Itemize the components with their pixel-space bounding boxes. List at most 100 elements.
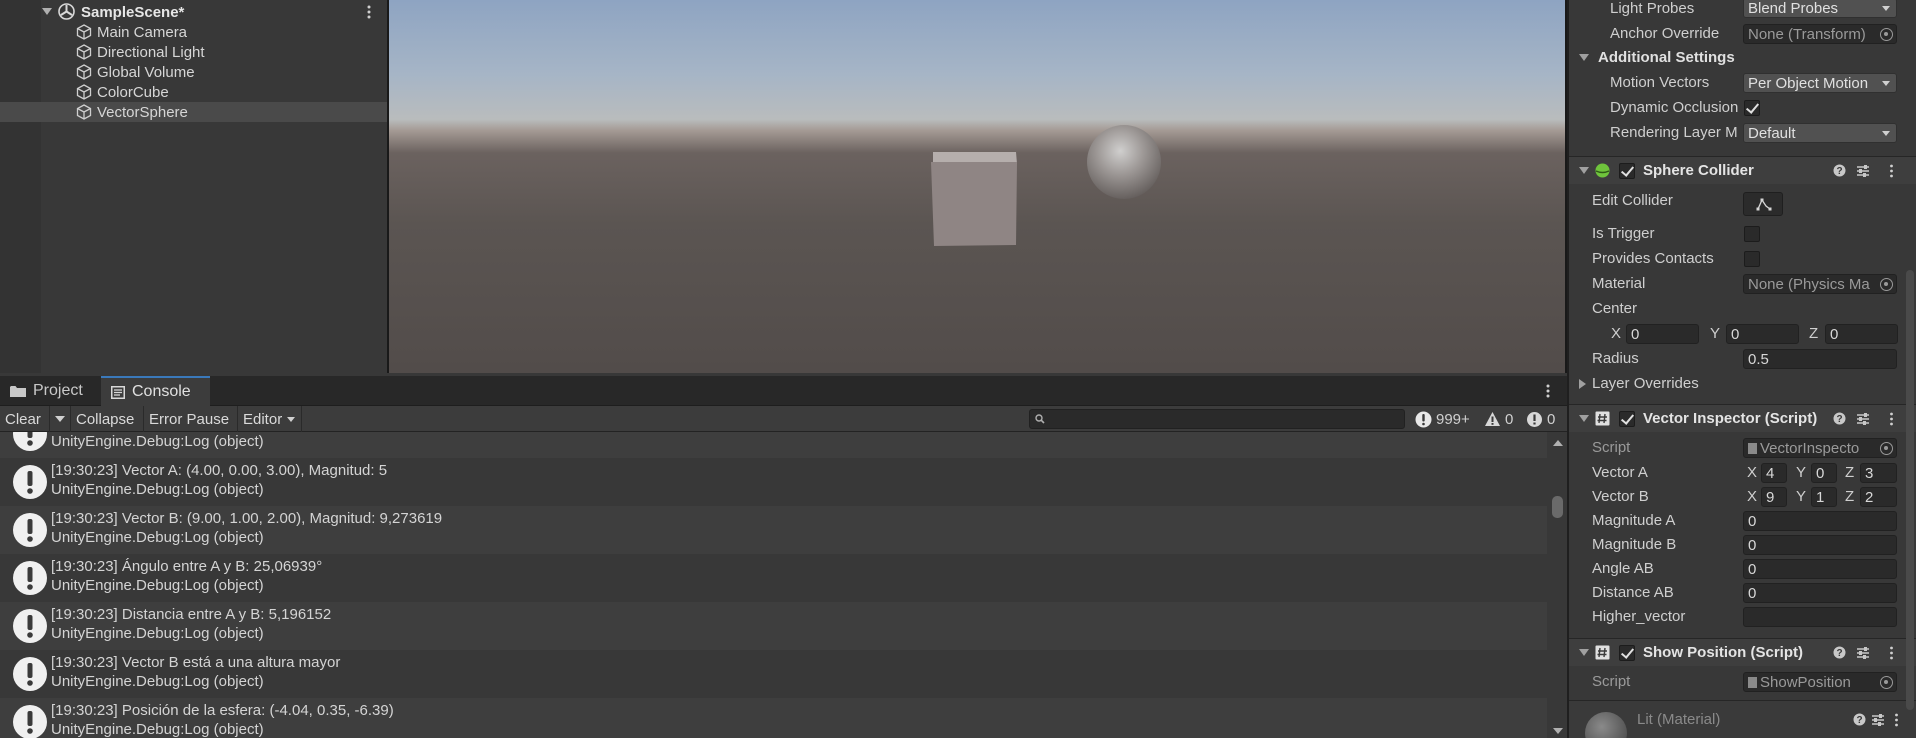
sphere-object[interactable] — [1087, 125, 1161, 199]
log-entry[interactable]: [19:30:23] Posición de la esfera: (-4.04… — [0, 698, 1547, 738]
hierarchy-item-main-camera[interactable]: Main Camera — [0, 22, 387, 42]
editor-dropdown[interactable]: Editor — [238, 406, 302, 432]
layer-overrides-foldout[interactable]: Layer Overrides — [1592, 375, 1699, 392]
vector-a-x-field[interactable]: 4 — [1761, 463, 1787, 483]
kebab-menu-icon[interactable] — [1889, 164, 1894, 178]
higher-vector-field[interactable] — [1743, 607, 1897, 627]
vector-inspector-header[interactable]: Vector Inspector (Script) ? — [1569, 404, 1916, 432]
cube-object[interactable] — [931, 152, 1017, 246]
show-position-enabled-checkbox[interactable] — [1619, 645, 1635, 661]
light-probes-dropdown[interactable]: Blend Probes — [1743, 0, 1897, 18]
console-scrollbar[interactable] — [1547, 432, 1567, 738]
center-x-field[interactable]: 0 — [1626, 324, 1699, 344]
magnitude-b-field[interactable]: 0 — [1743, 535, 1897, 555]
error-pause-button[interactable]: Error Pause — [144, 406, 238, 432]
additional-settings-foldout[interactable]: Additional Settings — [1598, 49, 1735, 66]
settings-sliders-icon[interactable] — [1871, 713, 1885, 727]
object-picker-icon[interactable] — [1880, 676, 1893, 689]
radius-field[interactable]: 0.5 — [1743, 349, 1897, 369]
vector-b-x-field[interactable]: 9 — [1761, 487, 1787, 507]
kebab-menu-icon[interactable] — [1889, 412, 1894, 426]
tab-project[interactable]: Project — [0, 376, 100, 406]
hierarchy-item-global-volume[interactable]: Global Volume — [0, 62, 387, 82]
object-picker-icon[interactable] — [1880, 278, 1893, 291]
distance-ab-field[interactable]: 0 — [1743, 583, 1897, 603]
gameobject-cube-icon — [76, 24, 92, 40]
log-entry[interactable]: [19:30:23] Distancia entre A y B: 5,1961… — [0, 602, 1547, 650]
log-entry-message: [19:30:23] Vector B: (9.00, 1.00, 2.00),… — [51, 510, 443, 527]
sphere-collider-enabled-checkbox[interactable] — [1619, 163, 1635, 179]
log-entry[interactable]: [19:30:23] Vector A: (4.00, 0.00, 3.00),… — [0, 458, 1547, 506]
log-entry[interactable]: [19:30:23] Ángulo entre A y B: 25,06939°… — [0, 554, 1547, 602]
scene-view[interactable] — [387, 0, 1567, 373]
log-entry-partial[interactable]: UnityEngine.Debug:Log (object) — [0, 432, 1547, 458]
foldout-arrow-icon[interactable] — [1579, 167, 1589, 174]
error-count-toggle[interactable]: 0 — [1526, 406, 1555, 432]
kebab-menu-icon[interactable] — [1889, 646, 1894, 660]
scroll-down-arrow-icon[interactable] — [1553, 728, 1563, 734]
angle-ab-field[interactable]: 0 — [1743, 559, 1897, 579]
anchor-override-field[interactable]: None (Transform) — [1743, 24, 1897, 44]
scroll-thumb[interactable] — [1552, 496, 1563, 518]
vector-b-z-label: Z — [1845, 488, 1855, 505]
light-probes-value: Blend Probes — [1748, 0, 1839, 17]
object-picker-icon[interactable] — [1880, 442, 1893, 455]
center-z-value: 0 — [1830, 326, 1839, 343]
foldout-arrow-icon[interactable] — [1579, 415, 1589, 422]
dynamic-occlusion-checkbox[interactable] — [1744, 100, 1760, 116]
console-log-list[interactable]: UnityEngine.Debug:Log (object) [19:30:23… — [0, 432, 1567, 738]
center-x-value: 0 — [1631, 326, 1640, 343]
provides-contacts-checkbox[interactable] — [1744, 251, 1760, 267]
kebab-menu-icon[interactable] — [366, 5, 372, 19]
foldout-arrow-icon[interactable] — [1579, 379, 1586, 389]
motion-vectors-dropdown[interactable]: Per Object Motion — [1743, 73, 1897, 93]
hierarchy-item-directional-light[interactable]: Directional Light — [0, 42, 387, 62]
collapse-button[interactable]: Collapse — [71, 406, 144, 432]
error-count: 0 — [1547, 410, 1556, 428]
hierarchy-scene-row[interactable]: SampleScene* — [0, 2, 387, 22]
hierarchy-item-vectorsphere[interactable]: VectorSphere — [0, 102, 387, 122]
clear-options-dropdown[interactable] — [50, 406, 71, 432]
log-count-toggle[interactable]: 999+ — [1415, 406, 1470, 432]
help-icon[interactable]: ? — [1833, 164, 1846, 177]
vector-b-y-field[interactable]: 1 — [1811, 487, 1837, 507]
vector-b-z-field[interactable]: 2 — [1860, 487, 1897, 507]
log-count: 999+ — [1436, 410, 1470, 428]
help-icon[interactable]: ? — [1853, 713, 1866, 726]
rendering-layer-dropdown[interactable]: Default — [1743, 123, 1897, 143]
clear-button[interactable]: Clear — [0, 406, 50, 432]
is-trigger-checkbox[interactable] — [1744, 226, 1760, 242]
hierarchy-item-colorcube[interactable]: ColorCube — [0, 82, 387, 102]
vector-inspector-enabled-checkbox[interactable] — [1619, 411, 1635, 427]
center-y-field[interactable]: 0 — [1726, 324, 1799, 344]
help-icon[interactable]: ? — [1833, 412, 1846, 425]
kebab-menu-icon[interactable] — [1894, 713, 1899, 727]
foldout-arrow-icon[interactable] — [42, 8, 52, 15]
console-search-input[interactable] — [1029, 409, 1405, 429]
kebab-menu-icon[interactable] — [1545, 384, 1551, 398]
edit-collider-button[interactable] — [1743, 192, 1783, 216]
log-entry[interactable]: [19:30:23] Vector B está a una altura ma… — [0, 650, 1547, 698]
hierarchy-item-label: Directional Light — [97, 43, 205, 61]
magnitude-a-field[interactable]: 0 — [1743, 511, 1897, 531]
material-header[interactable]: Lit (Material) ? — [1569, 700, 1916, 738]
foldout-arrow-icon[interactable] — [1579, 54, 1589, 61]
show-position-header[interactable]: Show Position (Script) ? — [1569, 638, 1916, 666]
object-picker-icon[interactable] — [1880, 28, 1893, 41]
vector-a-y-field[interactable]: 0 — [1811, 463, 1837, 483]
scroll-up-arrow-icon[interactable] — [1553, 440, 1563, 446]
log-entry[interactable]: [19:30:23] Vector B: (9.00, 1.00, 2.00),… — [0, 506, 1547, 554]
center-z-field[interactable]: 0 — [1825, 324, 1898, 344]
foldout-arrow-icon[interactable] — [1579, 649, 1589, 656]
sphere-collider-header[interactable]: Sphere Collider ? — [1569, 156, 1916, 184]
warning-count-toggle[interactable]: 0 — [1484, 406, 1513, 432]
vector-a-z-field[interactable]: 3 — [1860, 463, 1897, 483]
help-icon[interactable]: ? — [1833, 646, 1846, 659]
tab-console[interactable]: Console — [101, 376, 210, 406]
inspector-scrollbar[interactable] — [1906, 270, 1914, 710]
settings-sliders-icon[interactable] — [1856, 164, 1870, 178]
magnitude-b-value: 0 — [1748, 537, 1757, 554]
settings-sliders-icon[interactable] — [1856, 646, 1870, 660]
settings-sliders-icon[interactable] — [1856, 412, 1870, 426]
material-field[interactable]: None (Physics Ma — [1743, 274, 1897, 294]
